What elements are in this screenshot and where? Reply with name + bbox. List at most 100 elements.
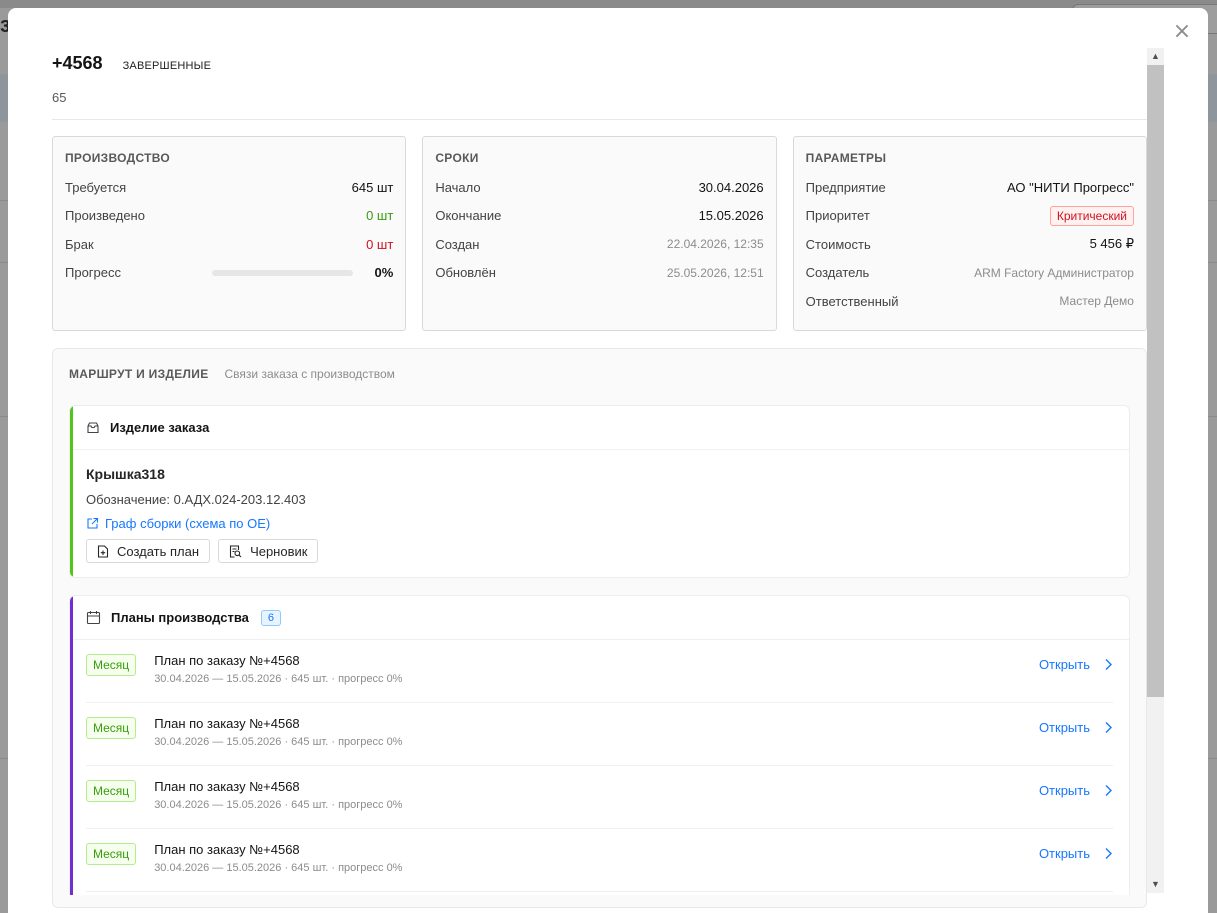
- chevron-right-icon: [1104, 721, 1113, 734]
- open-plan-link[interactable]: Открыть: [1039, 657, 1113, 672]
- progress-row: Прогресс 0%: [65, 259, 393, 288]
- card-title: ПАРАМЕТРЫ: [805, 151, 887, 165]
- plan-list-item: Месяц План по заказу №+4568 30.04.2026 — 1…: [86, 766, 1113, 829]
- chevron-right-icon: [1104, 658, 1113, 671]
- progress-value: 0%: [374, 265, 394, 281]
- end-row: Окончание 15.05.2026: [435, 202, 763, 231]
- row-label: Брак: [65, 236, 94, 252]
- cost-row: Стоимость 5 456 ₽: [806, 230, 1134, 259]
- plan-name: План по заказу №+4568: [154, 653, 300, 668]
- external-link-icon: [86, 517, 99, 530]
- scroll-up-arrow-icon[interactable]: ▲: [1147, 48, 1164, 65]
- row-label: Требуется: [65, 179, 127, 195]
- row-label: Обновлён: [435, 265, 496, 281]
- row-label: Приоритет: [805, 208, 870, 224]
- open-link-label: Открыть: [1038, 720, 1090, 735]
- open-link-label: Открыть: [1038, 783, 1090, 798]
- open-plan-link[interactable]: Открыть: [1039, 783, 1113, 798]
- calendar-icon: [86, 610, 101, 625]
- parameters-card: ПАРАМЕТРЫ Предприятие АО "НИТИ Прогресс"…: [792, 136, 1147, 331]
- required-row: Требуется 645 шт: [65, 173, 393, 202]
- defect-row: Брак 0 шт: [65, 230, 393, 259]
- section-subtitle: Связи заказа с производством: [224, 367, 395, 381]
- plan-list-item: Месяц План по заказу №+4568 30.04.2026 — 1…: [86, 640, 1113, 703]
- row-label: Прогресс: [65, 265, 122, 281]
- header-divider: [52, 119, 1147, 120]
- section-title: МАРШРУТ И ИЗДЕЛИЕ: [69, 367, 209, 381]
- row-label: Предприятие: [805, 179, 886, 195]
- scroll-down-arrow-icon[interactable]: ▼: [1147, 876, 1164, 893]
- start-row: Начало 30.04.2026: [435, 173, 763, 202]
- card-title: ПРОИЗВОДСТВО: [65, 151, 171, 165]
- plans-count-badge: 6: [260, 609, 282, 626]
- creator-row: Создатель ARM Factory Администратор: [806, 259, 1134, 288]
- scrollbar-thumb[interactable]: [1147, 65, 1164, 697]
- create-plan-button[interactable]: Создать план: [86, 539, 211, 563]
- updated-row: Обновлён 25.05.2026, 12:51: [435, 259, 763, 288]
- created-row: Создан 22.04.2026, 12:35: [435, 230, 763, 259]
- open-plan-link[interactable]: Открыть: [1039, 846, 1113, 861]
- modal-scroll-content[interactable]: +4568 ЗАВЕРШЕННЫЕ 65 ПРОИЗВОДСТВО Требуе…: [52, 48, 1147, 913]
- button-label: Черновик: [250, 543, 308, 559]
- open-link-label: Открыть: [1038, 657, 1090, 672]
- button-label: Создать план: [117, 543, 200, 559]
- open-link-label: Открыть: [1038, 846, 1090, 861]
- deadlines-card: СРОКИ Начало 30.04.2026 Окончание 15.05.…: [422, 136, 777, 331]
- priority-row: Приоритет Критический: [806, 202, 1134, 231]
- row-label: Окончание: [435, 208, 502, 224]
- plan-name: План по заказу №+4568: [154, 842, 300, 857]
- box-title: Планы производства: [111, 610, 249, 625]
- period-badge: Месяц: [86, 717, 137, 739]
- progress-bar: [211, 269, 353, 276]
- assembly-graph-link[interactable]: Граф сборки (схема по ОЕ): [86, 516, 1113, 531]
- box-title: Изделие заказа: [110, 420, 210, 435]
- required-value: 645 шт: [351, 179, 394, 195]
- product-name: Крышка318: [86, 466, 165, 482]
- plan-meta: 30.04.2026 — 15.05.2026 · 645 шт. · прог…: [154, 799, 403, 811]
- close-icon[interactable]: ×: [1170, 20, 1194, 44]
- box-header: Планы производства 6: [70, 596, 1129, 640]
- plan-list-item: Месяц План по заказу №+4568 30.04.2026 — 1…: [86, 829, 1113, 892]
- plan-list-item: Месяц План по заказу №+4568 30.04.2026 — 1…: [86, 703, 1113, 766]
- chevron-right-icon: [1104, 784, 1113, 797]
- box-header: Изделие заказа: [70, 406, 1129, 450]
- plan-meta: 30.04.2026 — 15.05.2026 · 645 шт. · прог…: [154, 673, 403, 685]
- plan-meta: 30.04.2026 — 15.05.2026 · 645 шт. · прог…: [154, 736, 403, 748]
- order-product-box: Изделие заказа Крышка318 Обозначение: 0.…: [69, 405, 1130, 578]
- modal-header: +4568 ЗАВЕРШЕННЫЕ 65: [52, 48, 1147, 120]
- responsible-value: Мастер Демо: [1059, 294, 1134, 309]
- updated-timestamp: 25.05.2026, 12:51: [666, 265, 764, 280]
- row-label: Стоимость: [805, 236, 871, 252]
- period-badge: Месяц: [86, 780, 137, 802]
- status-label: ЗАВЕРШЕННЫЕ: [122, 60, 212, 72]
- product-designation: Обозначение: 0.АДХ.024-203.12.403: [86, 492, 306, 507]
- plan-list: Месяц План по заказу №+4568 30.04.2026 — 1…: [70, 640, 1129, 892]
- enterprise-row: Предприятие АО "НИТИ Прогресс": [806, 173, 1134, 202]
- plan-name: План по заказу №+4568: [154, 716, 300, 731]
- produced-value: 0 шт: [366, 208, 394, 224]
- period-badge: Месяц: [86, 843, 137, 865]
- period-badge: Месяц: [86, 654, 137, 676]
- defect-value: 0 шт: [366, 236, 394, 252]
- created-timestamp: 22.04.2026, 12:35: [666, 237, 764, 252]
- row-label: Начало: [435, 179, 481, 195]
- row-label: Ответственный: [805, 293, 899, 309]
- produced-row: Произведено 0 шт: [65, 202, 393, 231]
- order-subtitle: 65: [52, 90, 67, 105]
- file-search-icon: [229, 544, 242, 558]
- row-label: Создатель: [805, 265, 870, 281]
- draft-button[interactable]: Черновик: [218, 539, 319, 563]
- start-date: 30.04.2026: [698, 179, 764, 195]
- chevron-right-icon: [1104, 847, 1113, 860]
- route-and-product-section: МАРШРУТ И ИЗДЕЛИЕ Связи заказа с произво…: [52, 348, 1147, 908]
- cost-value: 5 456 ₽: [1089, 236, 1134, 252]
- end-date: 15.05.2026: [698, 208, 764, 224]
- open-plan-link[interactable]: Открыть: [1039, 720, 1113, 735]
- file-add-icon: [97, 544, 109, 558]
- summary-cards: ПРОИЗВОДСТВО Требуется 645 шт Произведен…: [52, 136, 1147, 331]
- production-card: ПРОИЗВОДСТВО Требуется 645 шт Произведен…: [52, 136, 407, 331]
- modal-scrollbar[interactable]: ▲ ▼: [1147, 48, 1164, 893]
- responsible-row: Ответственный Мастер Демо: [806, 287, 1134, 316]
- priority-badge: Критический: [1049, 205, 1134, 226]
- creator-value: ARM Factory Администратор: [974, 265, 1134, 280]
